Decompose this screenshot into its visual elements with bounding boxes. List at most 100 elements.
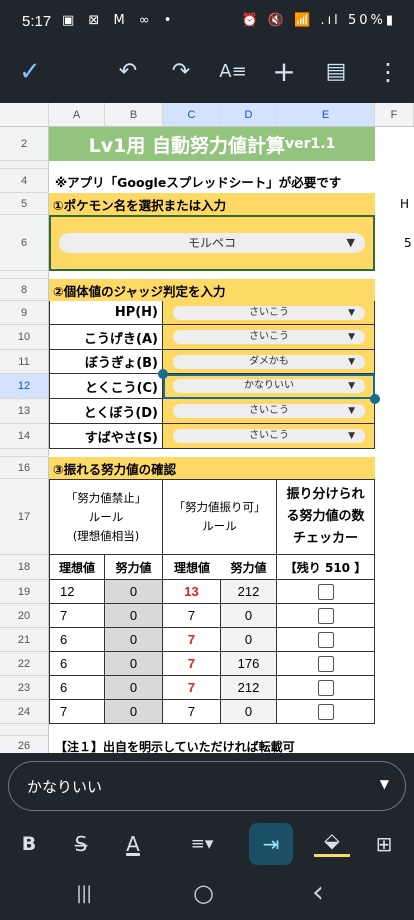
checker-cell[interactable] [277, 676, 375, 700]
rule-forbid-header[interactable]: 「努力値禁止」 ルール (理想値相当) [49, 479, 163, 555]
row-header-selected[interactable]: 12 [0, 374, 49, 399]
row-header[interactable]: 13 [0, 399, 49, 424]
header-remaining[interactable]: 【残り 510 】 [277, 555, 375, 580]
bold-icon[interactable]: B [14, 823, 44, 865]
row-header[interactable]: 8 [0, 279, 49, 301]
table-cell-ideal-allow[interactable]: 7 [163, 676, 221, 700]
judge-dropdown[interactable]: さいこう ▼ [173, 429, 365, 443]
row-header[interactable] [0, 449, 49, 457]
fill-color-icon[interactable]: ⬙ [314, 823, 350, 857]
selection-handle-end[interactable] [370, 394, 380, 404]
row-header[interactable]: 9 [0, 301, 49, 325]
checker-cell[interactable] [277, 628, 375, 652]
row-header[interactable]: 19 [0, 580, 49, 604]
section-pokemon-name[interactable]: ①ポケモン名を選択または入力 [49, 193, 375, 215]
row-header[interactable] [0, 724, 49, 736]
checkbox[interactable] [317, 679, 334, 696]
checker-cell[interactable] [277, 652, 375, 676]
row-header[interactable]: 24 [0, 700, 49, 724]
table-cell-ideal-forbid[interactable]: 7 [49, 700, 105, 724]
pokemon-cell[interactable]: モルペコ ▼ [49, 215, 375, 271]
table-cell-ev-allow[interactable]: 0 [221, 628, 277, 652]
table-cell-ev-forbid[interactable]: 0 [105, 604, 163, 628]
table-cell-ideal-forbid[interactable]: 6 [49, 628, 105, 652]
stat-judge-cell[interactable]: さいこう ▼ [163, 399, 375, 424]
table-cell-ev-allow[interactable]: 212 [221, 580, 277, 604]
back-icon[interactable]: ‹ [312, 875, 324, 910]
checkbox[interactable] [317, 631, 334, 648]
pokemon-dropdown[interactable]: モルペコ ▼ [59, 233, 365, 253]
judge-dropdown[interactable]: さいこう ▼ [173, 306, 365, 320]
sheet-title[interactable]: Lv1用 自動努力値計算 ver1.1 [49, 127, 375, 161]
table-cell-ev-forbid[interactable]: 0 [105, 628, 163, 652]
select-all-corner[interactable] [0, 103, 49, 127]
judge-dropdown[interactable]: さいこう ▼ [173, 404, 365, 418]
undo-icon[interactable]: ↶ [110, 54, 146, 90]
stat-judge-cell[interactable]: さいこう ▼ [163, 325, 375, 350]
table-cell-ideal-allow[interactable]: 7 [163, 628, 221, 652]
wrap-text-icon[interactable]: ⇥ [249, 823, 293, 865]
table-cell-ev-forbid[interactable]: 0 [105, 700, 163, 724]
row-header[interactable]: 17 [0, 479, 49, 555]
row-header[interactable]: 4 [0, 169, 49, 193]
table-cell-ideal-allow[interactable]: 13 [163, 580, 221, 604]
table-cell-ev-allow[interactable]: 176 [221, 652, 277, 676]
row-header[interactable] [0, 271, 49, 279]
stat-label[interactable]: とくこう(C) [49, 374, 163, 399]
footer-note[interactable]: 【注１】出自を明示していただければ転載可 [55, 736, 375, 754]
column-header-e[interactable]: E [277, 103, 375, 127]
selection-handle-start[interactable] [158, 369, 168, 379]
column-header-f[interactable]: F [375, 103, 414, 127]
table-cell-ideal-forbid[interactable]: 12 [49, 580, 105, 604]
redo-icon[interactable]: ↷ [163, 54, 199, 90]
checkbox[interactable] [317, 583, 334, 600]
stat-label[interactable]: こうげき(A) [49, 325, 163, 350]
table-cell-ev-allow[interactable]: 0 [221, 700, 277, 724]
row-header[interactable]: 23 [0, 676, 49, 700]
more-options-icon[interactable]: ⋮ [370, 54, 406, 90]
section-iv-judge[interactable]: ②個体値のジャッジ判定を入力 [49, 279, 375, 301]
table-cell-ideal-forbid[interactable]: 6 [49, 652, 105, 676]
checkbox[interactable] [317, 655, 334, 672]
checker-cell[interactable] [277, 580, 375, 604]
recent-apps-icon[interactable]: ||| [76, 883, 92, 904]
row-header[interactable]: 10 [0, 325, 49, 350]
cell-value-editor[interactable]: かなりいい ▼ [8, 761, 406, 811]
row-header[interactable]: 14 [0, 424, 49, 449]
row-header[interactable]: 21 [0, 628, 49, 652]
table-cell-ideal-forbid[interactable]: 6 [49, 676, 105, 700]
row-header[interactable]: 5 [0, 193, 49, 215]
checkbox[interactable] [317, 703, 334, 720]
checker-cell[interactable] [277, 604, 375, 628]
column-header-c[interactable]: C [163, 103, 221, 127]
column-header-a[interactable]: A [49, 103, 105, 127]
app-required-note[interactable]: ※アプリ「Googleスプレッドシート」が必要です [55, 169, 375, 193]
home-icon[interactable]: ○ [193, 879, 214, 907]
header-ev-d[interactable]: 努力値 [221, 555, 277, 580]
table-cell-ev-allow[interactable]: 0 [221, 604, 277, 628]
row-header[interactable]: 6 [0, 215, 49, 271]
judge-dropdown[interactable]: ダメかも ▼ [173, 355, 365, 369]
row-header[interactable]: 2 [0, 127, 49, 161]
checker-header[interactable]: 振り分けられ る努力値の数 チェッカー [277, 479, 375, 555]
table-cell-ideal-allow[interactable]: 7 [163, 652, 221, 676]
judge-dropdown[interactable]: さいこう ▼ [173, 330, 365, 344]
stat-judge-cell[interactable]: ダメかも ▼ [163, 350, 375, 374]
add-icon[interactable]: + [266, 54, 302, 90]
text-format-icon[interactable]: A≡ [215, 54, 251, 90]
editor-dropdown-arrow-icon[interactable]: ▼ [380, 777, 389, 791]
row-header[interactable]: 20 [0, 604, 49, 628]
spreadsheet-grid[interactable]: A B C D E F 2 4 5 6 8 9 10 11 12 13 14 1… [0, 103, 414, 753]
row-header[interactable]: 22 [0, 652, 49, 676]
done-check-icon[interactable]: ✓ [12, 54, 48, 90]
row-header[interactable]: 18 [0, 555, 49, 580]
checkbox[interactable] [317, 607, 334, 624]
row-header[interactable]: 26 [0, 736, 49, 753]
header-ideal-a[interactable]: 理想値 [49, 555, 105, 580]
stat-label[interactable]: すばやさ(S) [49, 424, 163, 449]
stat-label[interactable]: HP(H) [49, 301, 163, 325]
table-cell-ideal-allow[interactable]: 7 [163, 700, 221, 724]
stat-judge-cell[interactable]: さいこう ▼ [163, 301, 375, 325]
table-cell-ev-forbid[interactable]: 0 [105, 652, 163, 676]
table-cell-ev-allow[interactable]: 212 [221, 676, 277, 700]
